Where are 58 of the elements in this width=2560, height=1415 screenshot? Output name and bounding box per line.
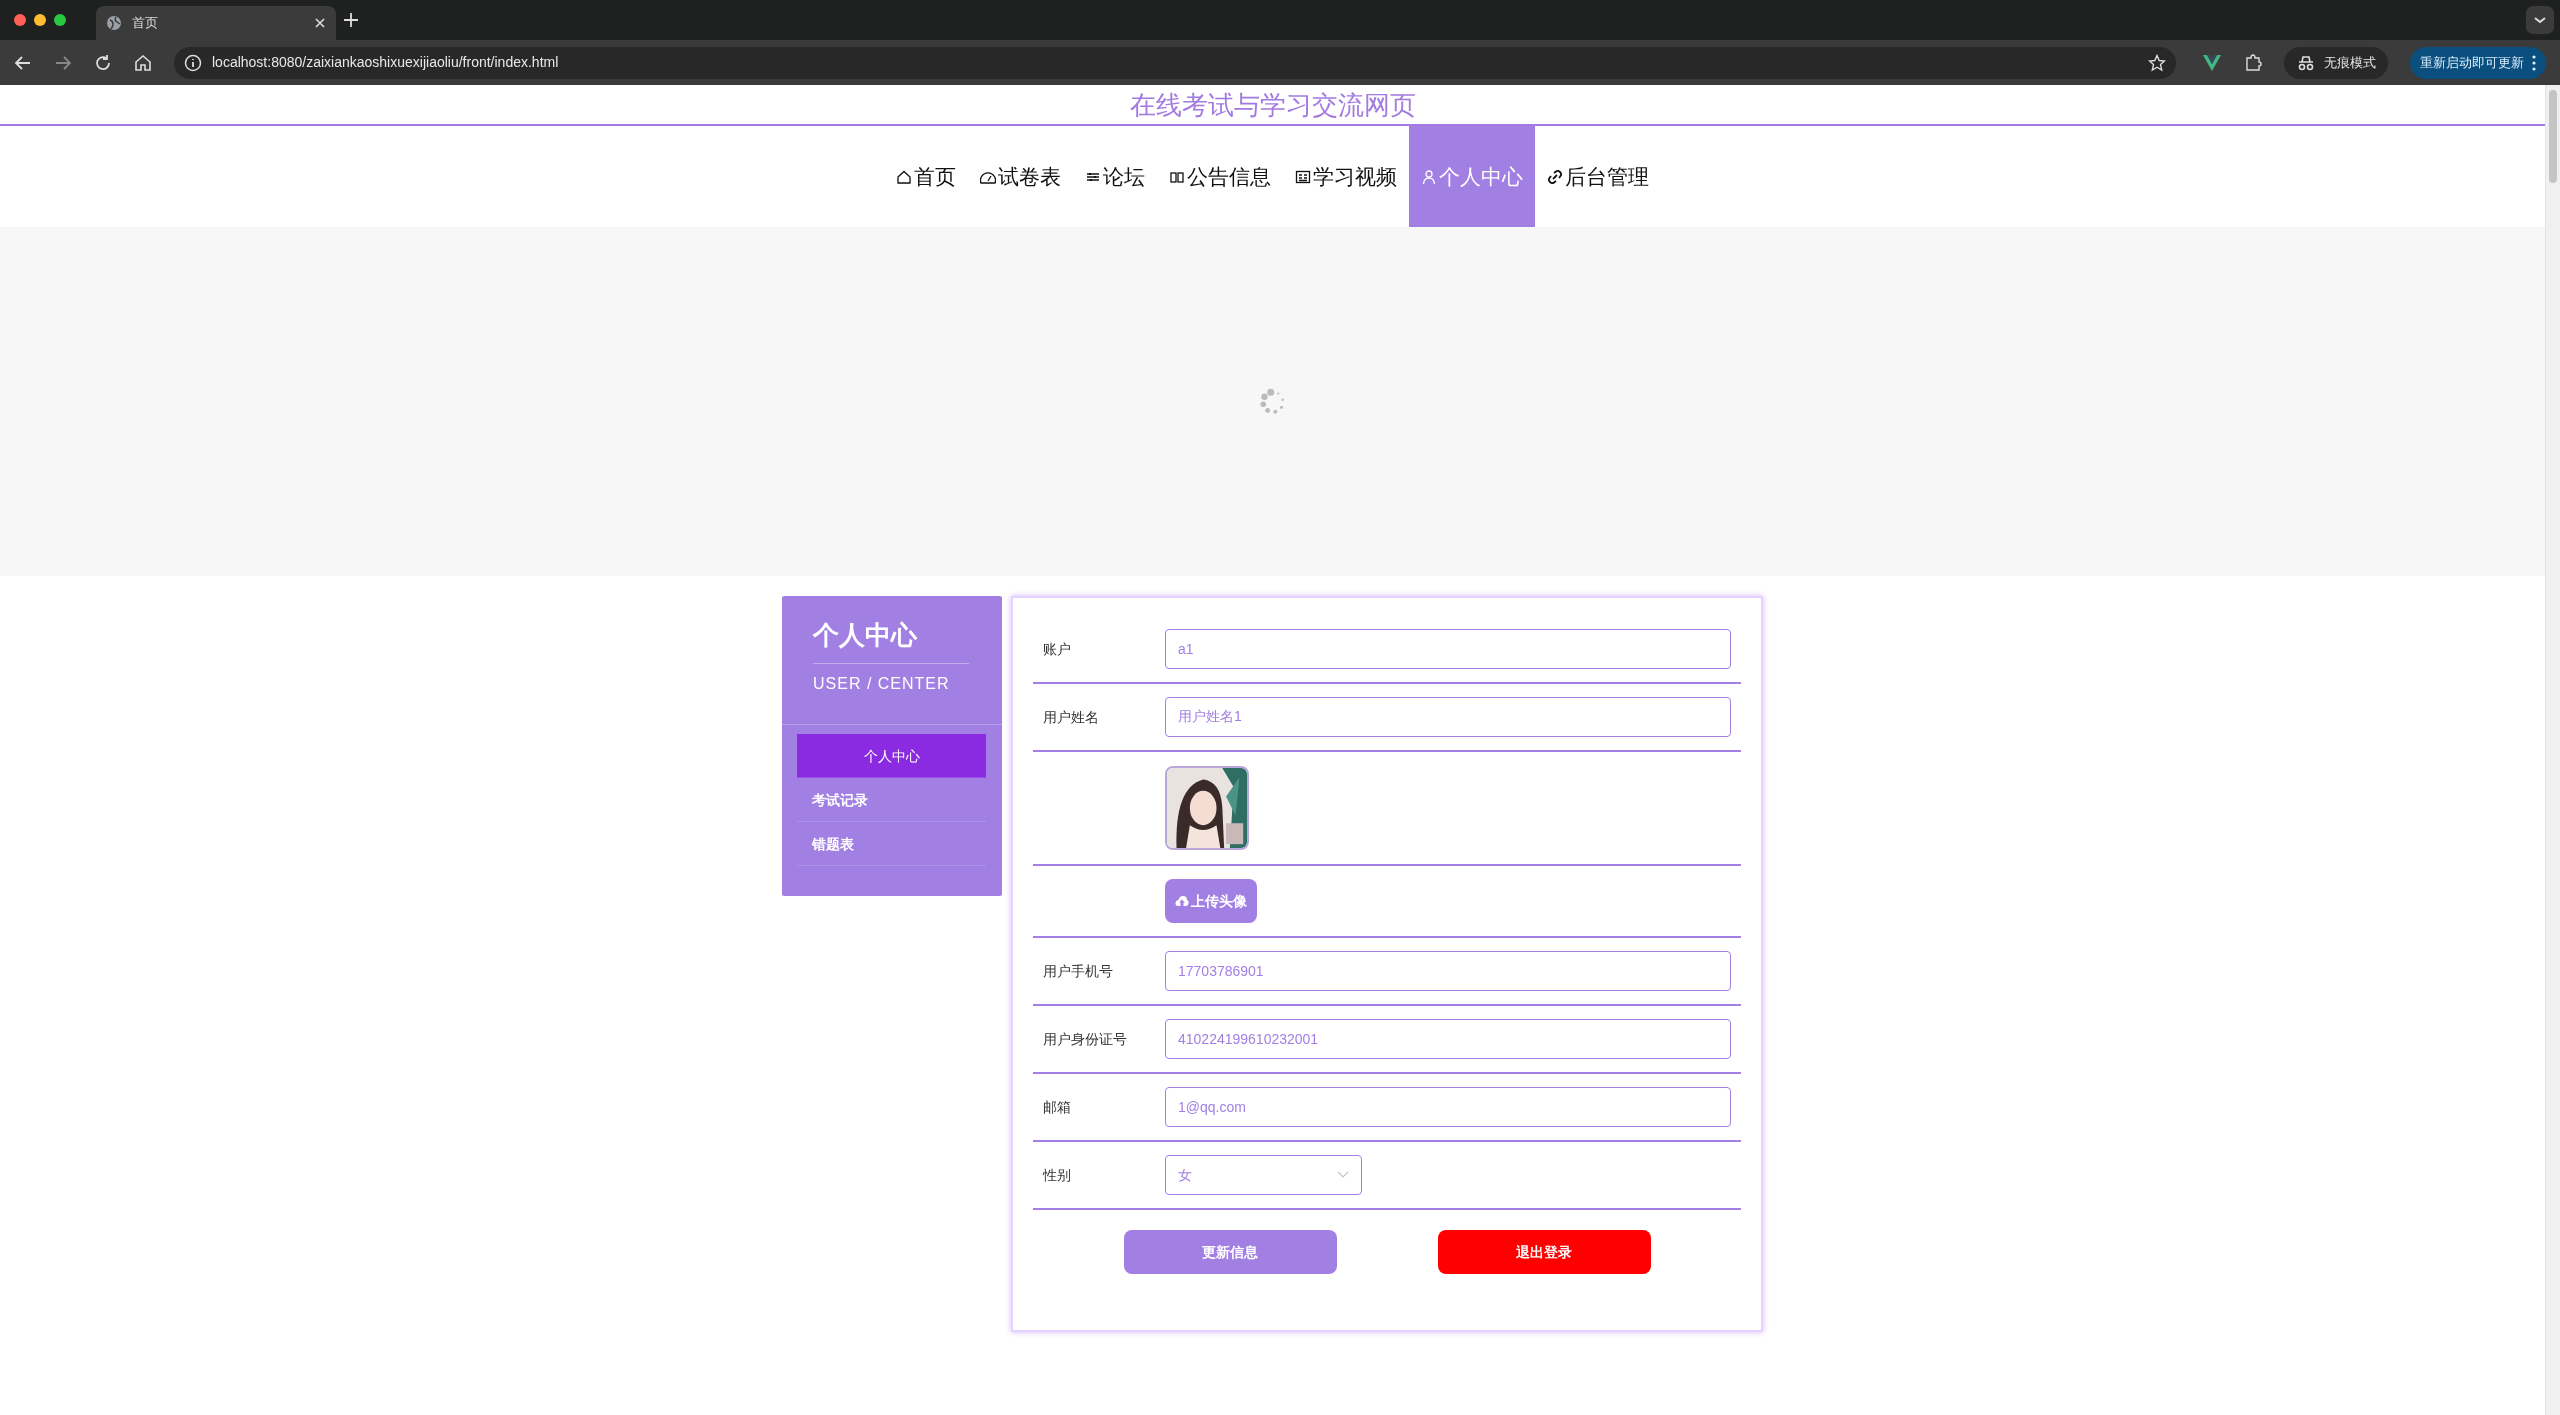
incognito-icon <box>2296 54 2316 71</box>
field-label: 邮箱 <box>1042 1097 1072 1117</box>
maximize-window-button[interactable] <box>54 14 66 26</box>
person-icon <box>1421 168 1437 185</box>
v-logo-icon[interactable] <box>2202 53 2222 72</box>
select-field[interactable]: 女 <box>1165 1155 1362 1195</box>
home-icon <box>896 168 912 185</box>
sidebar-subtitle: USER / CENTER <box>813 674 951 694</box>
input-field[interactable]: a1 <box>1165 629 1731 669</box>
input-field[interactable]: 17703786901 <box>1165 951 1731 991</box>
nav-link[interactable]: 后台管理 <box>1535 126 1661 227</box>
field-label: 用户姓名 <box>1042 707 1100 727</box>
sidebar-item[interactable]: 错题表 <box>797 822 986 866</box>
logout-button[interactable]: 退出登录 <box>1437 1230 1651 1274</box>
nav-link[interactable]: 学习视频 <box>1283 126 1409 227</box>
field-label: 用户手机号 <box>1042 961 1114 981</box>
chevron-down-icon <box>1337 1171 1349 1179</box>
nav-link[interactable]: 首页 <box>884 126 968 227</box>
home-icon[interactable] <box>134 53 152 72</box>
update-button[interactable]: 重新启动即可更新 <box>2410 46 2546 79</box>
newspaper-icon <box>1295 168 1311 185</box>
puzzle-icon[interactable] <box>2244 53 2262 72</box>
upload-button[interactable]: 上传头像 <box>1165 879 1257 923</box>
address-bar[interactable]: localhost:8080/zaixiankaoshixuexijiaoliu/front/index.html <box>174 46 2176 79</box>
back-icon[interactable] <box>14 53 32 72</box>
field-label: 用户身份证号 <box>1042 1029 1128 1049</box>
nav-link[interactable]: 试卷表 <box>968 126 1073 227</box>
loading-spinner-icon <box>1258 387 1287 416</box>
close-window-button[interactable] <box>14 14 26 26</box>
nav-link[interactable]: 论坛 <box>1073 126 1157 227</box>
link-icon <box>1547 168 1563 185</box>
minimize-window-button[interactable] <box>34 14 46 26</box>
reload-icon[interactable] <box>94 53 112 72</box>
star-icon[interactable] <box>2148 53 2166 72</box>
browser-tab[interactable]: 首页 <box>96 6 336 40</box>
sidebar-item[interactable]: 个人中心 <box>797 734 986 778</box>
cloud-upload-icon <box>1175 895 1189 907</box>
more-icon <box>2532 54 2536 71</box>
nav-link[interactable]: 公告信息 <box>1157 126 1283 227</box>
input-field[interactable]: 用户姓名1 <box>1165 697 1731 737</box>
info-icon <box>184 53 202 72</box>
tab-list-icon[interactable] <box>2526 6 2554 34</box>
close-icon[interactable] <box>314 17 326 29</box>
sidebar-title: 个人中心 <box>813 616 969 664</box>
nav-link[interactable]: 个人中心 <box>1409 126 1535 227</box>
scrollbar[interactable] <box>2545 85 2560 1415</box>
sidebar-item[interactable]: 考试记录 <box>797 778 986 822</box>
forward-icon[interactable] <box>54 53 72 72</box>
input-field[interactable]: 1@qq.com <box>1165 1087 1731 1127</box>
input-field[interactable]: 410224199610232001 <box>1165 1019 1731 1059</box>
incognito-button[interactable]: 无痕模式 <box>2284 46 2388 79</box>
update-button[interactable]: 更新信息 <box>1123 1230 1337 1274</box>
globe-icon <box>106 15 122 31</box>
field-label: 账户 <box>1042 639 1072 659</box>
tab-title: 首页 <box>132 14 159 33</box>
site-title: 在线考试与学习交流网页 <box>1129 90 1416 120</box>
url-text: localhost:8080/zaixiankaoshixuexijiaoliu/front/index.html <box>212 53 560 72</box>
field-label: 性别 <box>1041 1165 1072 1185</box>
